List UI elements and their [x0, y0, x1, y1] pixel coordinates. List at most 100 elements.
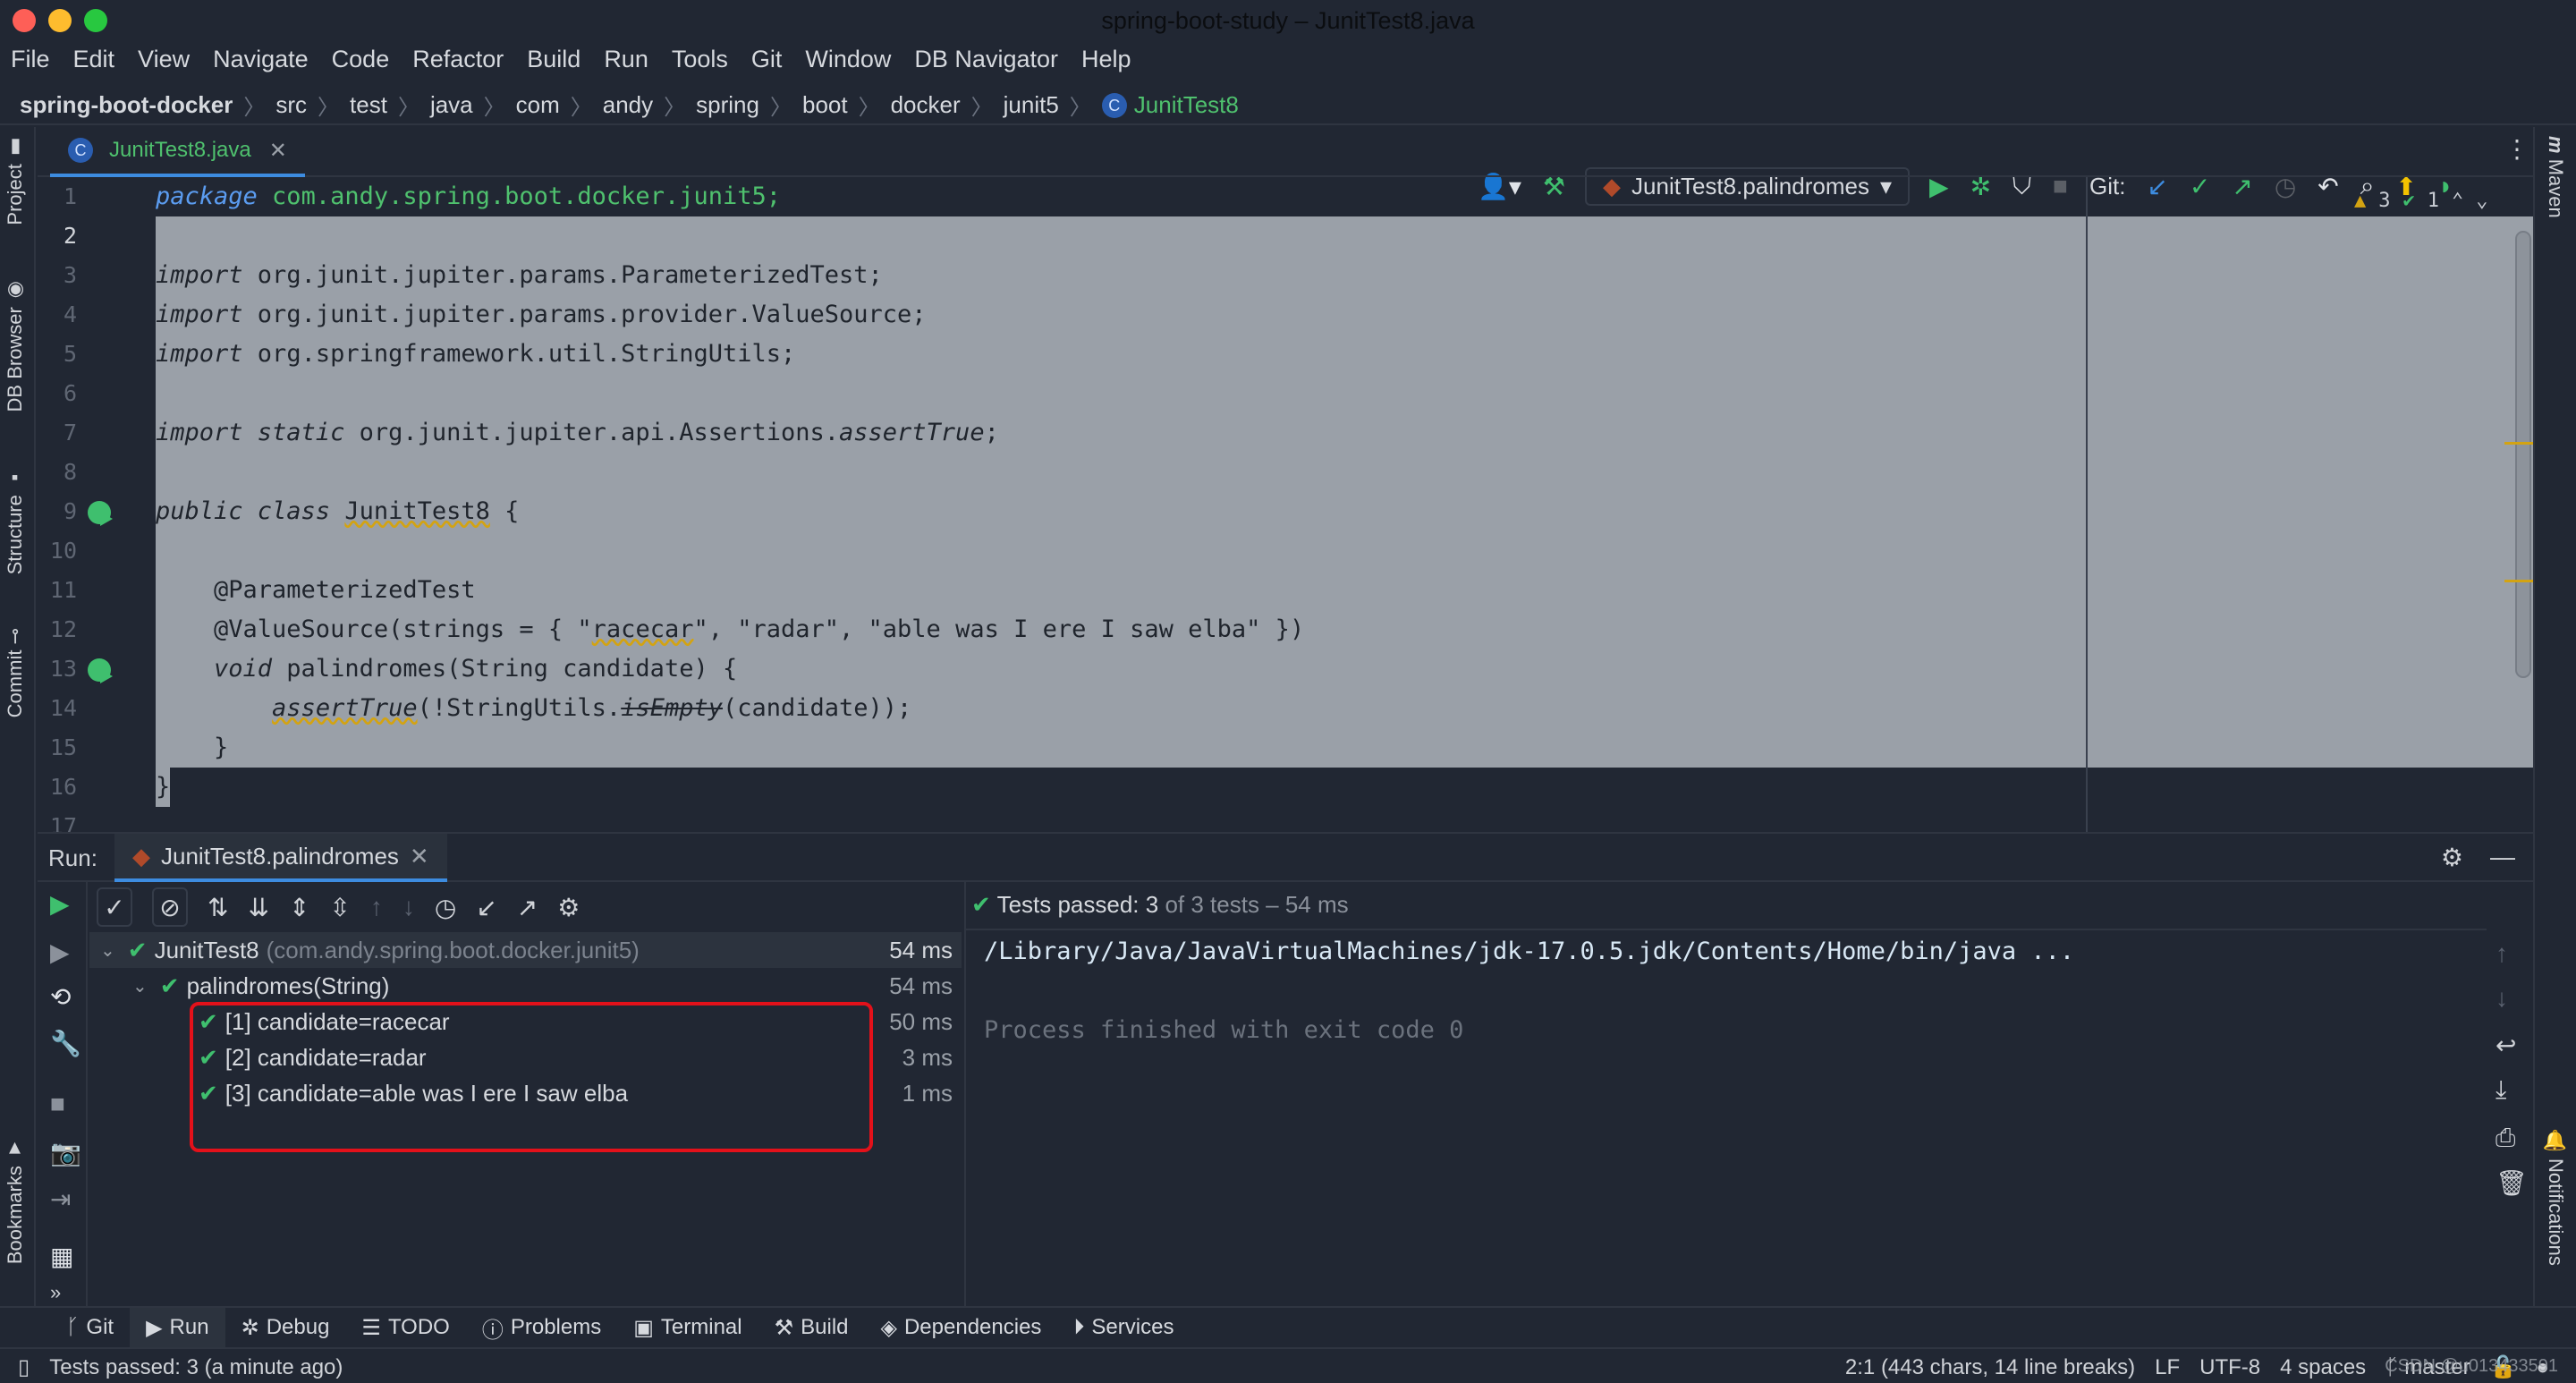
- rerun-icon[interactable]: ▶: [50, 889, 70, 919]
- menu-view[interactable]: View: [138, 46, 190, 73]
- clear-all-icon[interactable]: 🗑: [2496, 1168, 2528, 1198]
- settings-gear-icon[interactable]: ⚙: [2441, 843, 2463, 872]
- sort-by-duration-icon[interactable]: ⇊: [248, 893, 268, 922]
- menu-file[interactable]: File: [11, 46, 50, 73]
- maven-tool-button[interactable]: m Maven: [2544, 136, 2567, 218]
- breadcrumb-item[interactable]: docker: [891, 91, 961, 119]
- previous-highlight-icon[interactable]: ⌃: [2452, 190, 2463, 212]
- editor-scrollbar[interactable]: [2515, 231, 2531, 678]
- scroll-up-icon[interactable]: ↑: [2496, 939, 2508, 968]
- inspection-widget[interactable]: ▲ 3 ✔ 1 ⌃ ⌄: [2354, 190, 2488, 212]
- run-icon: ▶: [146, 1315, 163, 1340]
- show-ignored-toggle[interactable]: ⊘: [152, 887, 188, 927]
- breadcrumb-item-class[interactable]: JunitTest8: [1134, 91, 1239, 119]
- tree-row-duration: 50 ms: [889, 1007, 953, 1035]
- hide-window-icon[interactable]: —: [2490, 843, 2515, 872]
- editor-tab-junittest8[interactable]: C JunitTest8.java ✕: [50, 127, 305, 177]
- breadcrumb-item[interactable]: boot: [802, 91, 848, 119]
- breadcrumb-item[interactable]: test: [350, 91, 387, 119]
- warning-stripe-marker[interactable]: [2504, 580, 2533, 582]
- problems-tool-button[interactable]: ⓘ Problems: [466, 1308, 617, 1347]
- menu-help[interactable]: Help: [1081, 46, 1131, 73]
- warning-stripe-marker[interactable]: [2504, 442, 2533, 445]
- breadcrumb-item[interactable]: src: [275, 91, 307, 119]
- import-tests-icon[interactable]: ↙: [476, 893, 496, 922]
- camera-icon[interactable]: 📷: [50, 1138, 81, 1167]
- run-test-class-gutter-icon[interactable]: [88, 501, 113, 526]
- build-tool-button[interactable]: ⚒ Build: [758, 1308, 865, 1347]
- breadcrumb-item[interactable]: junit5: [1004, 91, 1059, 119]
- run-tool-button[interactable]: ▶ Run: [130, 1308, 225, 1347]
- stop-icon[interactable]: ■: [50, 1090, 65, 1118]
- status-message[interactable]: Tests passed: 3 (a minute ago): [49, 1355, 343, 1380]
- next-failed-icon[interactable]: ↓: [402, 893, 415, 921]
- dependencies-tool-button[interactable]: ◈ Dependencies: [865, 1308, 1058, 1347]
- console-output[interactable]: ✔ Tests passed: 3 of 3 tests – 54 ms /Li…: [964, 882, 2487, 1306]
- scroll-to-end-icon[interactable]: ⤓: [2496, 1075, 2506, 1105]
- rerun-failed-icon[interactable]: ▶: [50, 938, 70, 967]
- next-highlight-icon[interactable]: ⌄: [2476, 190, 2487, 212]
- commit-tool-button[interactable]: Commit ⊸: [4, 628, 27, 717]
- menu-navigate[interactable]: Navigate: [213, 46, 309, 73]
- expand-all-icon[interactable]: ⇕: [289, 893, 309, 922]
- tree-row-class[interactable]: ⌄ ✔ JunitTest8 (com.andy.spring.boot.doc…: [89, 932, 962, 968]
- scroll-down-icon[interactable]: ↓: [2496, 984, 2508, 1013]
- more-icon[interactable]: »: [50, 1281, 61, 1304]
- toggle-tool-windows-icon[interactable]: ▯: [18, 1354, 30, 1380]
- todo-tool-button[interactable]: ☰ TODO: [345, 1308, 465, 1347]
- breadcrumb-item[interactable]: spring: [696, 91, 759, 119]
- menu-db-navigator[interactable]: DB Navigator: [914, 46, 1058, 73]
- layout-icon[interactable]: ▦: [50, 1242, 73, 1271]
- collapse-all-icon[interactable]: ⇳: [329, 893, 350, 922]
- close-tab-icon[interactable]: ✕: [410, 843, 429, 870]
- more-options-icon[interactable]: ⋮: [2504, 134, 2529, 164]
- structure-tool-button[interactable]: Structure ▪: [4, 467, 27, 574]
- export-tests-icon[interactable]: ↗: [517, 893, 538, 922]
- test-history-icon[interactable]: ◷: [435, 893, 456, 922]
- code-editor[interactable]: 1 2 3 4 5 6 7 8 9 10 11 12 13 14 15 16 1…: [38, 177, 2533, 832]
- breadcrumb-item[interactable]: java: [430, 91, 473, 119]
- chevron-down-icon[interactable]: ⌄: [132, 975, 148, 997]
- breadcrumb: spring-boot-docker 〉 src 〉 test 〉 java 〉 com…: [20, 91, 1239, 120]
- menu-tools[interactable]: Tools: [672, 46, 728, 73]
- menu-run[interactable]: Run: [604, 46, 648, 73]
- project-tool-button[interactable]: Project ▮: [4, 136, 27, 225]
- tree-row-method[interactable]: ⌄ ✔ palindromes(String) 54 ms: [89, 968, 962, 1004]
- debug-tool-button[interactable]: ✲ Debug: [225, 1308, 346, 1347]
- terminal-tool-button[interactable]: ▣ Terminal: [617, 1308, 758, 1347]
- breadcrumb-item[interactable]: com: [516, 91, 560, 119]
- caret-position[interactable]: 2:1 (443 chars, 14 line breaks): [1845, 1355, 2135, 1380]
- breadcrumb-item[interactable]: spring-boot-docker: [20, 91, 233, 119]
- sort-alphabetically-icon[interactable]: ⇅: [208, 893, 228, 922]
- menu-refactor[interactable]: Refactor: [412, 46, 504, 73]
- run-tab[interactable]: ◆ JunitTest8.palindromes ✕: [114, 834, 447, 882]
- services-tool-button[interactable]: ⏵ Services: [1057, 1308, 1190, 1347]
- menu-build[interactable]: Build: [527, 46, 580, 73]
- indent-setting[interactable]: 4 spaces: [2280, 1355, 2366, 1380]
- menu-edit[interactable]: Edit: [73, 46, 115, 73]
- toggle-auto-test-icon[interactable]: ⟲: [50, 982, 71, 1012]
- chevron-down-icon[interactable]: ⌄: [100, 939, 115, 962]
- breadcrumb-item[interactable]: andy: [603, 91, 653, 119]
- menu-window[interactable]: Window: [805, 46, 891, 73]
- db-browser-tool-button[interactable]: DB Browser ◉: [4, 279, 27, 412]
- menu-git[interactable]: Git: [751, 46, 783, 73]
- show-passed-toggle[interactable]: ✓: [97, 887, 132, 927]
- run-test-method-gutter-icon[interactable]: [88, 658, 113, 683]
- menu-code[interactable]: Code: [332, 46, 390, 73]
- file-encoding[interactable]: UTF-8: [2199, 1355, 2260, 1380]
- navigation-bar: spring-boot-docker 〉 src 〉 test 〉 java 〉 com…: [0, 82, 2576, 206]
- wrench-icon[interactable]: 🔧: [50, 1029, 81, 1058]
- soft-wrap-icon[interactable]: ↩: [2496, 1031, 2516, 1060]
- line-separator[interactable]: LF: [2155, 1355, 2180, 1380]
- tree-row-label: palindromes(String): [186, 971, 390, 999]
- git-tool-button[interactable]: ᚴ Git: [50, 1308, 130, 1347]
- notifications-tool-button[interactable]: 🔔 Notifications: [2544, 1129, 2567, 1266]
- bookmarks-tool-button[interactable]: Bookmarks ▼: [4, 1138, 27, 1264]
- print-icon[interactable]: ⎙: [2496, 1124, 2515, 1153]
- exit-icon[interactable]: ⇥: [50, 1184, 71, 1214]
- code-line-5: import org.springframework.util.StringUt…: [156, 340, 796, 368]
- settings-gear-icon[interactable]: ⚙: [557, 893, 580, 922]
- previous-failed-icon[interactable]: ↑: [370, 893, 383, 921]
- close-tab-icon[interactable]: ✕: [269, 138, 287, 164]
